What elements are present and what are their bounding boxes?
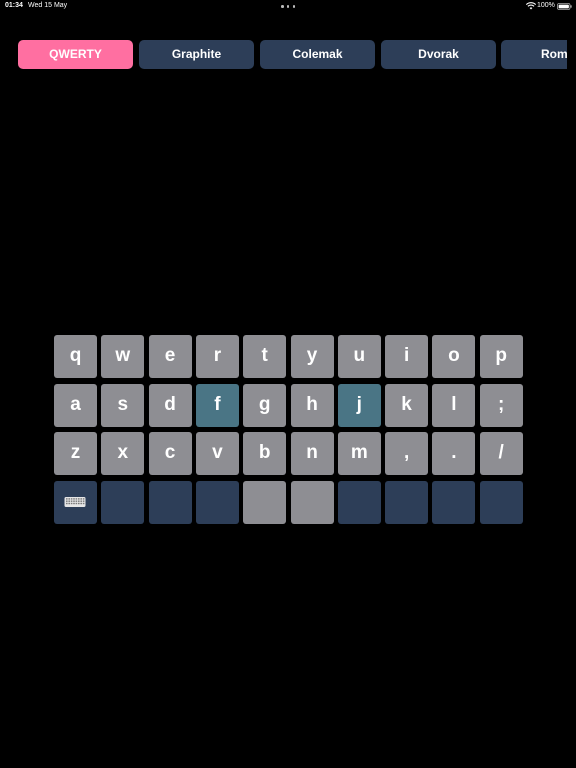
blank-key[interactable] xyxy=(479,480,523,524)
key-g[interactable]: g xyxy=(243,383,287,427)
key-r[interactable]: r xyxy=(195,335,239,378)
space-key[interactable] xyxy=(243,480,287,524)
key-j[interactable]: j xyxy=(337,383,381,427)
battery-percentage: 100% xyxy=(537,2,555,9)
tab-graphite[interactable]: Graphite xyxy=(139,40,254,69)
key-s[interactable]: s xyxy=(101,383,145,427)
key-,[interactable]: , xyxy=(385,432,429,475)
key-l[interactable]: l xyxy=(432,383,476,427)
key-b[interactable]: b xyxy=(243,432,287,475)
blank-key[interactable] xyxy=(101,480,145,524)
multitasking-dots-icon[interactable] xyxy=(281,5,295,8)
key-f[interactable]: f xyxy=(195,383,239,427)
key-v[interactable]: v xyxy=(195,432,239,475)
key-h[interactable]: h xyxy=(290,383,334,427)
status-time: 01:34 xyxy=(5,2,23,9)
blank-key[interactable] xyxy=(195,480,239,524)
key-q[interactable]: q xyxy=(54,335,97,378)
blank-key[interactable] xyxy=(432,480,476,524)
space-key[interactable] xyxy=(290,480,334,524)
key-c[interactable]: c xyxy=(148,432,192,475)
key-i[interactable]: i xyxy=(385,335,429,378)
key-a[interactable]: a xyxy=(54,383,97,427)
blank-key[interactable] xyxy=(337,480,381,524)
keyboard-toggle-key[interactable] xyxy=(54,480,97,524)
keyboard-icon xyxy=(64,496,86,507)
status-bar: 01:34 Wed 15 May 100% xyxy=(0,0,576,12)
app-screen: 01:34 Wed 15 May 100% QWERTY Graphite Co… xyxy=(0,0,576,768)
battery-icon xyxy=(557,3,572,10)
status-date: Wed 15 May xyxy=(28,2,68,9)
key-;[interactable]: ; xyxy=(479,383,523,427)
tab-colemak[interactable]: Colemak xyxy=(260,40,375,69)
key-z[interactable]: z xyxy=(54,432,97,475)
key-p[interactable]: p xyxy=(479,335,523,378)
wifi-icon xyxy=(526,2,536,10)
key-n[interactable]: n xyxy=(290,432,334,475)
key-e[interactable]: e xyxy=(148,335,192,378)
key-.[interactable]: . xyxy=(432,432,476,475)
tab-roma[interactable]: Roma xyxy=(501,40,567,69)
key-w[interactable]: w xyxy=(101,335,145,378)
key-y[interactable]: y xyxy=(290,335,334,378)
layout-tab-bar: QWERTY Graphite Colemak Dvorak Roma xyxy=(0,40,567,70)
key-m[interactable]: m xyxy=(337,432,381,475)
blank-key[interactable] xyxy=(148,480,192,524)
key-k[interactable]: k xyxy=(385,383,429,427)
tab-dvorak[interactable]: Dvorak xyxy=(381,40,496,69)
key-/[interactable]: / xyxy=(479,432,523,475)
blank-key[interactable] xyxy=(385,480,429,524)
key-x[interactable]: x xyxy=(101,432,145,475)
key-u[interactable]: u xyxy=(337,335,381,378)
key-o[interactable]: o xyxy=(432,335,476,378)
key-d[interactable]: d xyxy=(148,383,192,427)
key-t[interactable]: t xyxy=(243,335,287,378)
tab-qwerty[interactable]: QWERTY xyxy=(18,40,133,69)
